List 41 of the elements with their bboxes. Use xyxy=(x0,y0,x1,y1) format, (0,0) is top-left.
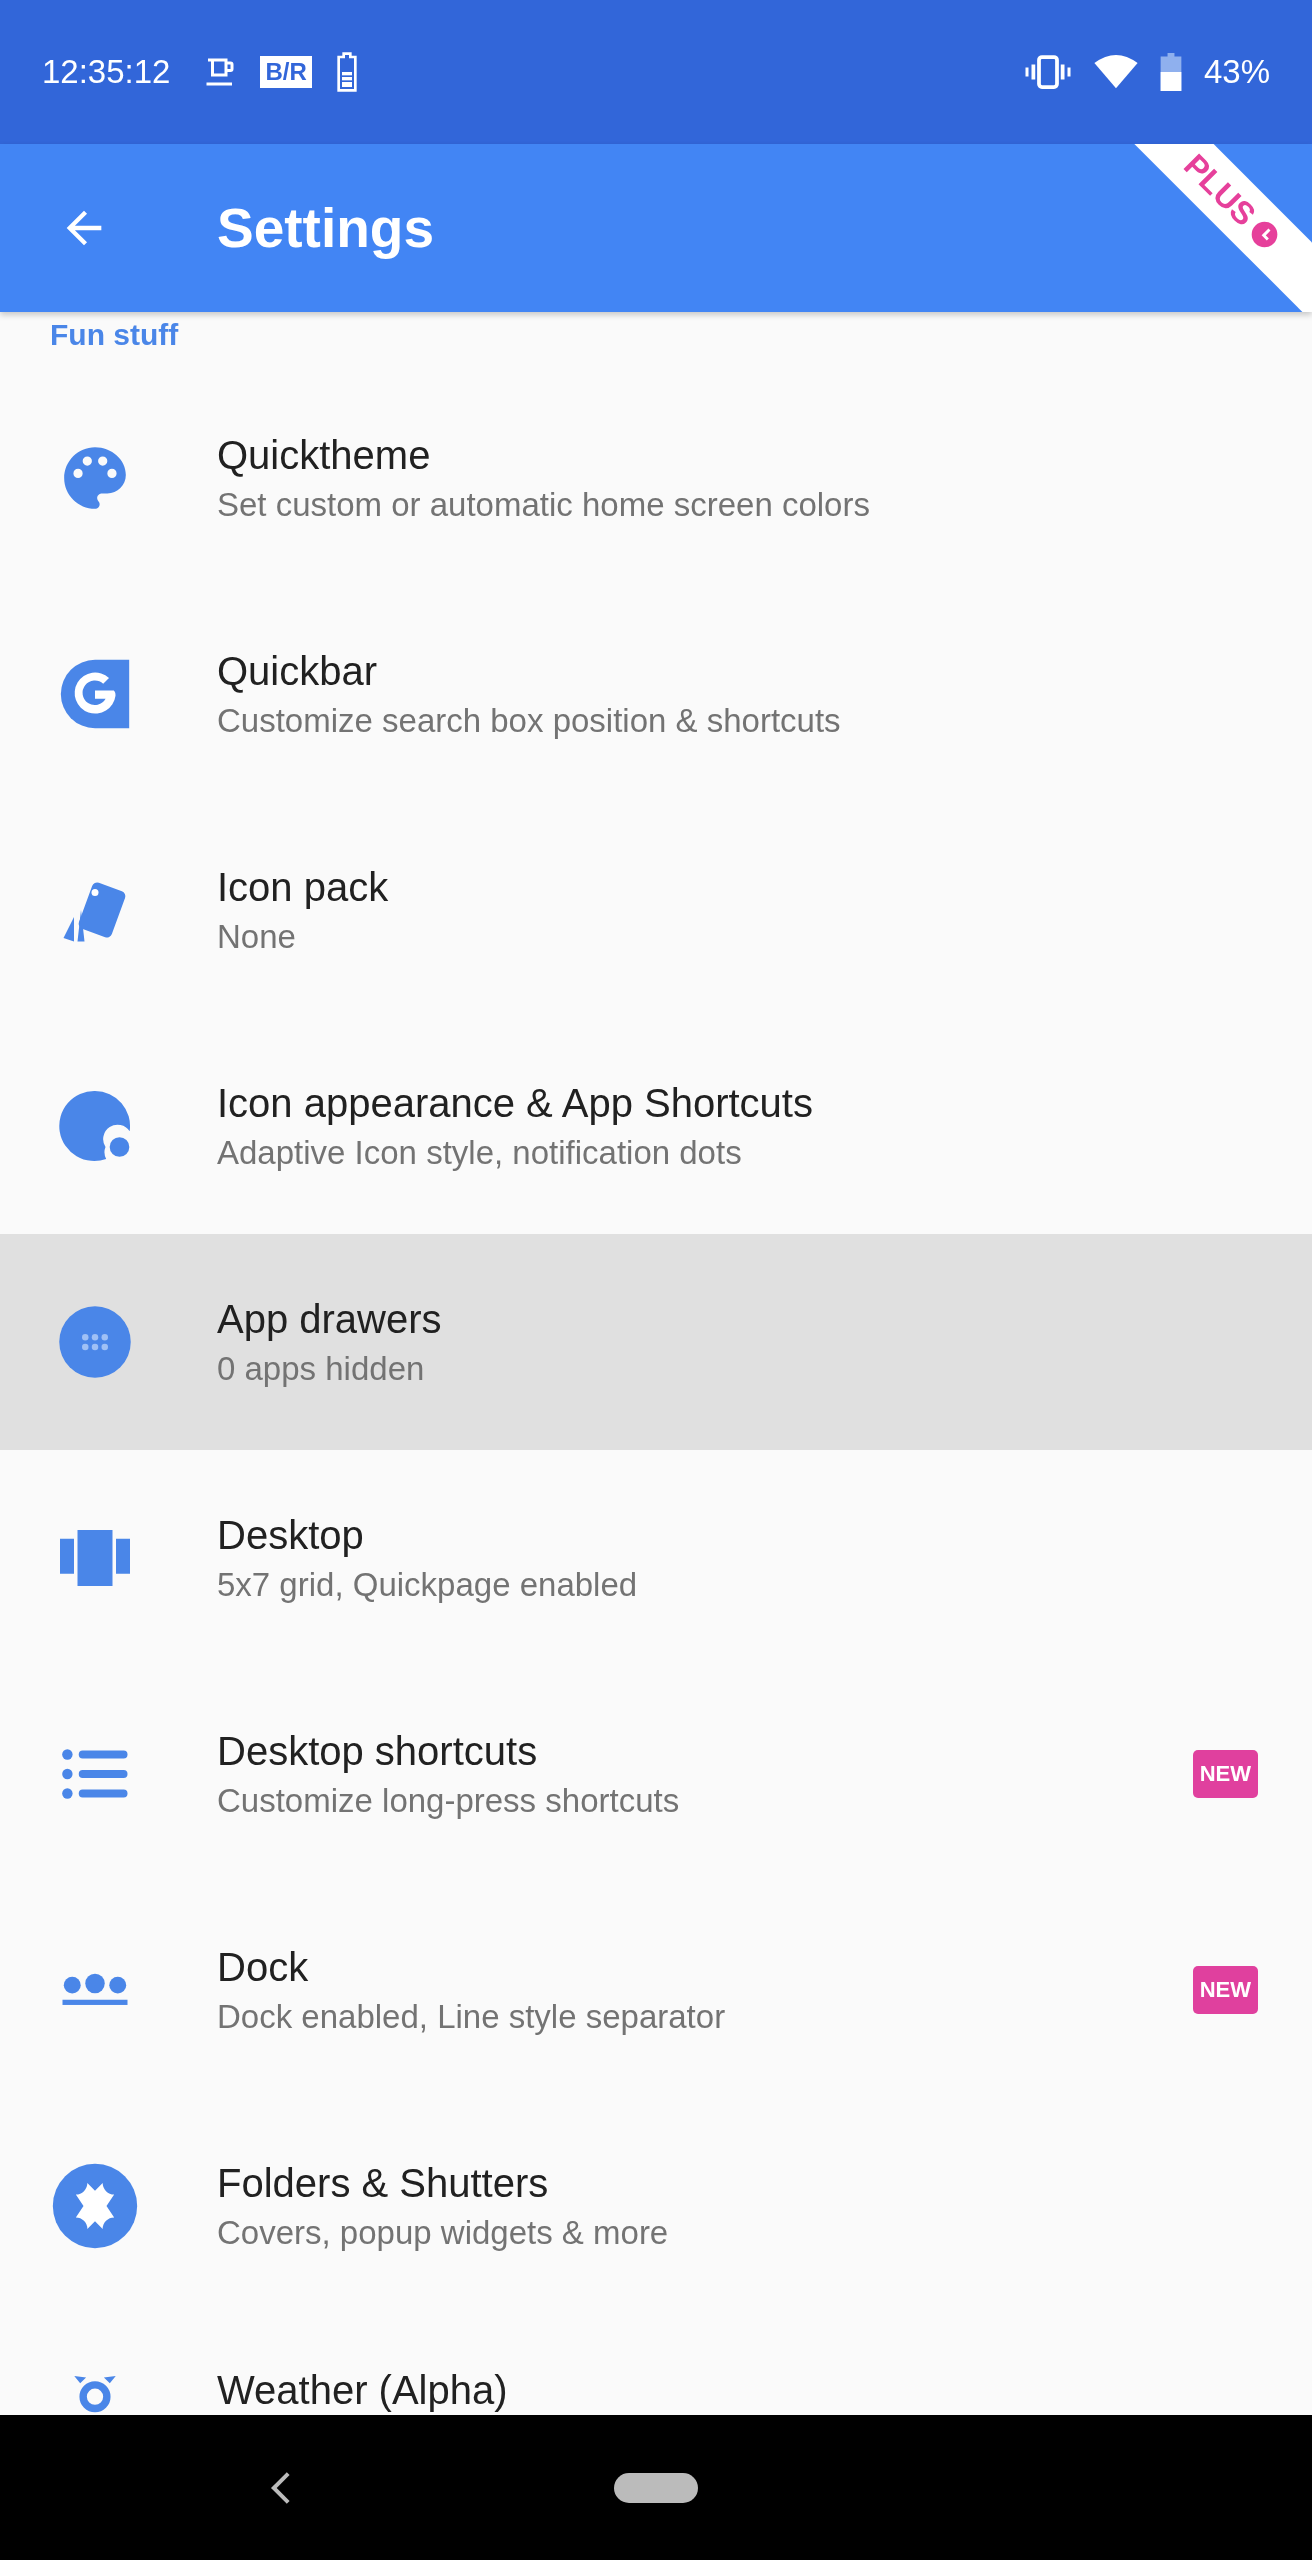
settings-item[interactable]: Dock Dock enabled, Line style separator NEW xyxy=(0,1882,1312,2098)
wifi-icon xyxy=(1093,54,1138,90)
item-subtitle: 0 apps hidden xyxy=(217,1349,426,1388)
item-title: Icon pack xyxy=(217,864,390,910)
item-title: Desktop xyxy=(217,1512,365,1558)
settings-item[interactable]: Icon appearance & App Shortcuts Adaptive Icon style, notification dots xyxy=(0,1018,1312,1234)
item-subtitle: Adaptive Icon style, notification dots xyxy=(217,1133,743,1172)
item-subtitle: Covers, popup widgets & more xyxy=(217,2213,670,2252)
section-header: Fun stuff xyxy=(49,318,179,352)
item-subtitle: Customize search box position & shortcuts xyxy=(217,701,842,740)
settings-item[interactable]: Quicktheme Set custom or automatic home screen colors xyxy=(0,370,1312,586)
item-title: App drawers xyxy=(217,1296,443,1342)
settings-item[interactable]: Quickbar Customize search box position & shortcuts xyxy=(0,586,1312,802)
item-subtitle: None xyxy=(217,917,297,956)
new-badge: NEW xyxy=(1192,1750,1258,1798)
item-title: Quickbar xyxy=(217,648,379,694)
item-subtitle: Dock enabled, Line style separator xyxy=(217,1997,727,2036)
page-title: Settings xyxy=(217,196,434,260)
item-subtitle: 5x7 grid, Quickpage enabled xyxy=(217,1565,639,1604)
item-subtitle: Customize long-press shortcuts xyxy=(217,1781,681,1820)
app-drawer-icon xyxy=(56,1303,134,1381)
clock: 12:35:12 xyxy=(42,53,171,91)
home-button[interactable] xyxy=(614,2473,698,2503)
item-title: Quicktheme xyxy=(217,432,432,478)
item-subtitle: Set custom or automatic home screen colors xyxy=(217,485,871,524)
settings-item[interactable]: App drawers 0 apps hidden xyxy=(0,1234,1312,1450)
item-title: Dock xyxy=(217,1944,310,1990)
settings-item[interactable]: Icon pack None xyxy=(0,802,1312,1018)
settings-item[interactable]: Folders & Shutters Covers, popup widgets & more xyxy=(0,2098,1312,2314)
settings-item[interactable]: Weather (Alpha) xyxy=(0,2314,1312,2415)
settings-item[interactable]: Desktop 5x7 grid, Quickpage enabled xyxy=(0,1450,1312,1666)
item-title: Desktop shortcuts xyxy=(217,1728,539,1774)
status-badge: B/R xyxy=(260,56,312,88)
item-title: Weather (Alpha) xyxy=(217,2368,509,2413)
settings-item[interactable]: Desktop shortcuts Customize long-press shortcuts NEW xyxy=(0,1666,1312,1882)
new-badge: NEW xyxy=(1192,1966,1258,2014)
item-title: Icon appearance & App Shortcuts xyxy=(217,1080,814,1126)
vibrate-icon xyxy=(1023,54,1072,90)
item-title: Folders & Shutters xyxy=(217,2160,550,2206)
battery-icon xyxy=(1159,53,1182,91)
battery-percent: 43% xyxy=(1203,53,1270,91)
